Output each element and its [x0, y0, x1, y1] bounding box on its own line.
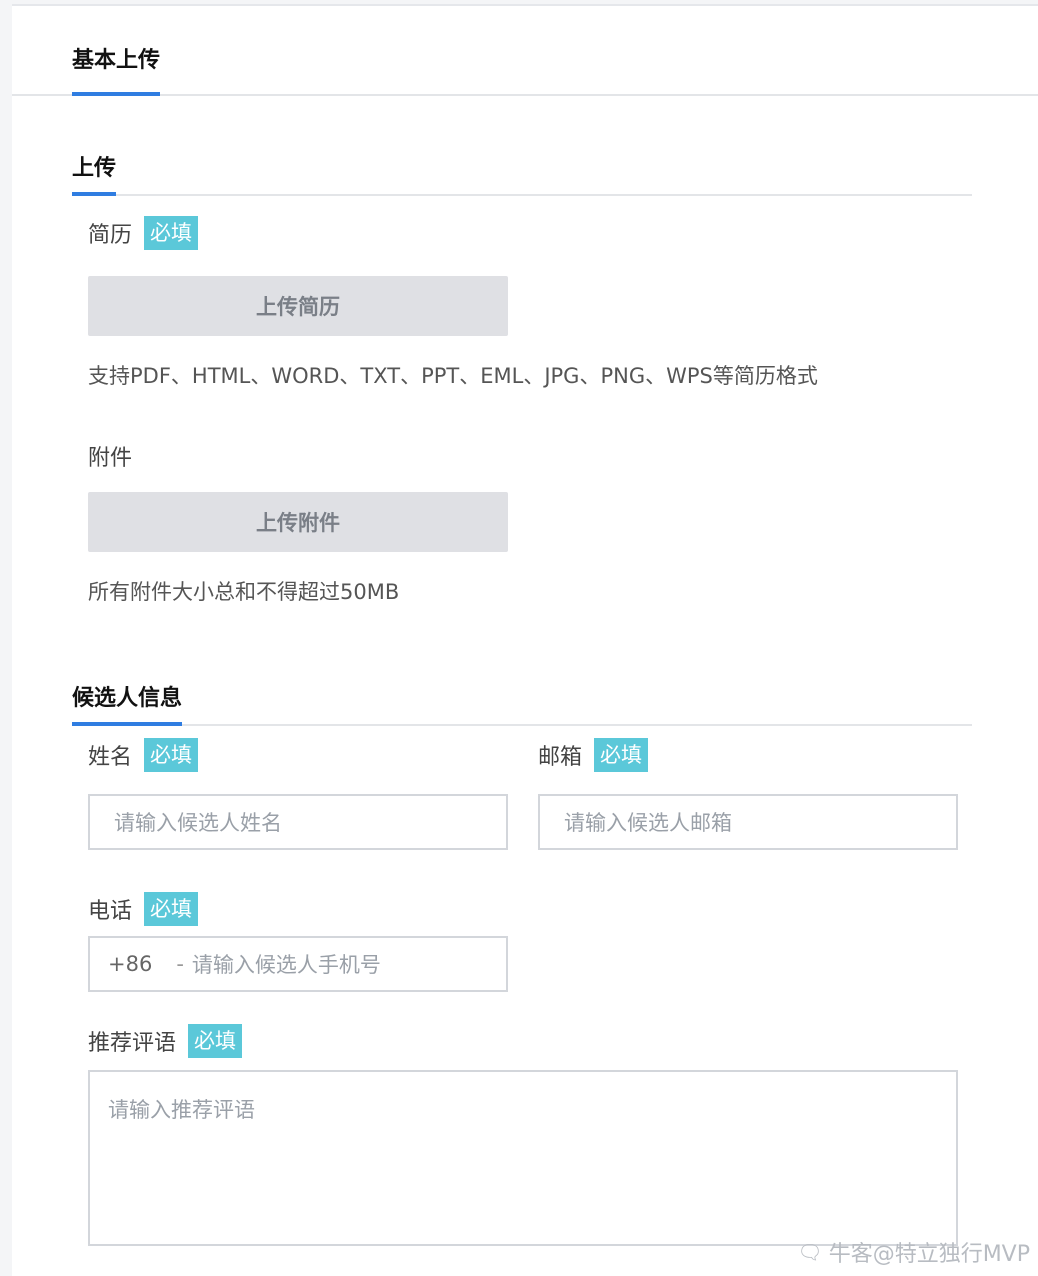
- phone-separator: -: [176, 952, 184, 976]
- comment-placeholder: 请输入推荐评语: [108, 1098, 255, 1122]
- upload-attachment-button[interactable]: 上传附件: [88, 492, 508, 552]
- phone-placeholder: 请输入候选人手机号: [191, 953, 381, 977]
- phone-label-row: 电话 必填: [88, 892, 199, 926]
- name-label-row: 姓名 必填: [88, 738, 199, 772]
- upload-section-header: 上传: [72, 150, 972, 196]
- name-input[interactable]: 请输入候选人姓名: [88, 794, 508, 850]
- comment-textarea[interactable]: 请输入推荐评语: [88, 1070, 958, 1246]
- email-placeholder: 请输入候选人邮箱: [564, 811, 732, 835]
- required-badge: 必填: [144, 216, 199, 250]
- candidate-section-header: 候选人信息: [72, 680, 972, 726]
- upload-section-title: 上传: [72, 150, 117, 196]
- chat-bubble-icon: 🗨: [797, 1240, 823, 1264]
- upload-resume-button[interactable]: 上传简历: [88, 276, 508, 336]
- name-placeholder: 请输入候选人姓名: [114, 811, 282, 835]
- attachment-label-row: 附件: [88, 440, 132, 472]
- main-panel: 基本上传 上传 简历 必填 上传简历 支持PDF、HTML、WORD、TXT、P…: [12, 4, 1038, 1276]
- required-badge: 必填: [188, 1024, 243, 1058]
- required-badge: 必填: [594, 738, 649, 772]
- candidate-section-title: 候选人信息: [72, 680, 183, 726]
- required-badge: 必填: [144, 738, 199, 772]
- email-label-row: 邮箱 必填: [538, 738, 649, 772]
- attachment-size-hint: 所有附件大小总和不得超过50MB: [88, 580, 400, 604]
- phone-label: 电话: [88, 899, 133, 924]
- comment-label: 推荐评语: [88, 1031, 177, 1056]
- name-label: 姓名: [88, 745, 133, 770]
- resume-format-hint: 支持PDF、HTML、WORD、TXT、PPT、EML、JPG、PNG、WPS等…: [88, 364, 818, 388]
- comment-label-row: 推荐评语 必填: [88, 1024, 243, 1058]
- resume-label: 简历: [88, 223, 133, 248]
- tab-basic-upload[interactable]: 基本上传: [72, 42, 161, 96]
- top-tab-bar: 基本上传: [12, 6, 1038, 96]
- required-badge: 必填: [144, 892, 199, 926]
- email-input[interactable]: 请输入候选人邮箱: [538, 794, 958, 850]
- attachment-label: 附件: [88, 446, 133, 471]
- resume-label-row: 简历 必填: [88, 216, 199, 250]
- watermark-text: 牛客@特立独行MVP: [828, 1242, 1030, 1267]
- phone-input[interactable]: +86 - 请输入候选人手机号: [88, 936, 508, 992]
- watermark: 🗨 牛客@特立独行MVP: [797, 1236, 1030, 1268]
- email-label: 邮箱: [538, 745, 583, 770]
- country-code-select[interactable]: +86: [90, 952, 152, 976]
